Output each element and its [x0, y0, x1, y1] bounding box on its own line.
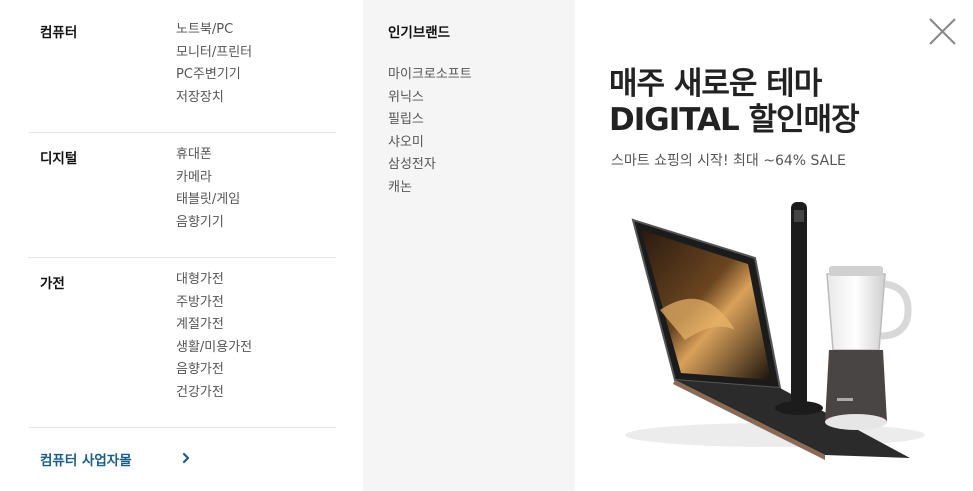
- category-item[interactable]: 주방가전: [176, 292, 252, 315]
- brand-title: 인기브랜드: [388, 25, 451, 41]
- category-item[interactable]: PC주변기기: [176, 64, 252, 87]
- business-mall-link[interactable]: 컴퓨터 사업자몰: [40, 449, 132, 469]
- category-group-computer: 컴퓨터 노트북/PC 모니터/프린터 PC주변기기 저장장치: [28, 0, 336, 133]
- category-item[interactable]: 음향가전: [176, 359, 252, 382]
- category-item[interactable]: 음향기기: [176, 212, 240, 235]
- category-title-computer[interactable]: 컴퓨터: [40, 21, 77, 41]
- brand-item-microsoft[interactable]: 마이크로소프트: [388, 64, 472, 87]
- category-item[interactable]: 모니터/프린터: [176, 42, 252, 65]
- category-item[interactable]: 건강가전: [176, 382, 252, 405]
- brand-item-canon[interactable]: 캐논: [388, 177, 472, 200]
- brand-list: 마이크로소프트 위닉스 필립스 샤오미 삼성전자 캐논: [388, 64, 472, 199]
- brand-item-winix[interactable]: 위닉스: [388, 87, 472, 110]
- category-item[interactable]: 저장장치: [176, 87, 252, 110]
- banner-subtitle: 스마트 쇼핑의 시작! 최대 ~64% SALE: [611, 153, 846, 169]
- category-group-appliance: 가전 대형가전 주방가전 계절가전 생활/미용가전 음향가전 건강가전: [28, 258, 336, 428]
- banner-headline-2: DIGITAL 할인매장: [609, 102, 860, 138]
- category-item[interactable]: 노트북/PC: [176, 19, 252, 42]
- category-item[interactable]: 대형가전: [176, 269, 252, 292]
- category-items-computer: 노트북/PC 모니터/프린터 PC주변기기 저장장치: [176, 19, 252, 109]
- category-item[interactable]: 태블릿/게임: [176, 189, 240, 212]
- category-items-appliance: 대형가전 주방가전 계절가전 생활/미용가전 음향가전 건강가전: [176, 269, 252, 404]
- category-title-appliance[interactable]: 가전: [40, 272, 65, 292]
- category-item[interactable]: 카메라: [176, 167, 240, 190]
- banner-product-image: [625, 202, 925, 460]
- chevron-right-icon[interactable]: [179, 451, 193, 465]
- category-item[interactable]: 생활/미용가전: [176, 337, 252, 360]
- brand-item-philips[interactable]: 필립스: [388, 109, 472, 132]
- category-title-digital[interactable]: 디지털: [40, 147, 77, 167]
- category-item[interactable]: 휴대폰: [176, 144, 240, 167]
- category-group-digital: 디지털 휴대폰 카메라 태블릿/게임 음향기기: [28, 133, 336, 258]
- close-icon[interactable]: [911, 0, 973, 62]
- category-items-digital: 휴대폰 카메라 태블릿/게임 음향기기: [176, 144, 240, 234]
- category-item[interactable]: 계절가전: [176, 314, 252, 337]
- brand-item-samsung[interactable]: 삼성전자: [388, 154, 472, 177]
- brand-item-xiaomi[interactable]: 샤오미: [388, 132, 472, 155]
- brand-column: 인기브랜드 마이크로소프트 위닉스 필립스 샤오미 삼성전자 캐논: [363, 0, 575, 491]
- promo-banner[interactable]: 매주 새로운 테마 DIGITAL 할인매장 스마트 쇼핑의 시작! 최대 ~6…: [575, 0, 973, 491]
- category-column: 컴퓨터 노트북/PC 모니터/프린터 PC주변기기 저장장치 디지털 휴대폰 카…: [28, 0, 336, 491]
